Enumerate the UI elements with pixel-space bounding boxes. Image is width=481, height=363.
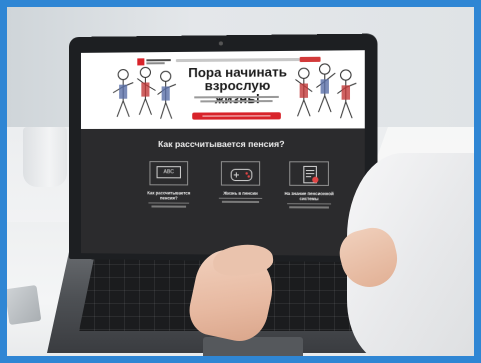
chalkboard-icon: ABC <box>149 161 189 186</box>
card-title: Жизнь в пенсии <box>223 190 258 196</box>
card-text-line <box>221 201 260 203</box>
touchpad <box>203 337 303 356</box>
card-title: На знание пенсионной системы <box>284 190 334 202</box>
laptop-lid: Пора начинать взрослую жизнь! Как рассчи… <box>69 33 378 263</box>
gamepad-icon <box>220 161 261 186</box>
info-card-life[interactable]: Жизнь в пенсии <box>215 161 267 203</box>
card-text-line <box>289 206 329 209</box>
people-illustration-right <box>291 61 360 130</box>
chalkboard-text: ABC <box>156 166 181 179</box>
photo: Пора начинать взрослую жизнь! Как рассчи… <box>7 7 474 356</box>
hero-cta-button[interactable] <box>192 112 281 120</box>
card-text-line <box>218 197 263 200</box>
card-title: Как рассчитывается пенсия? <box>147 190 191 201</box>
card-text-line <box>151 205 187 208</box>
section-title: Как рассчитывается пенсия? <box>158 138 285 150</box>
people-illustration-left <box>111 64 182 130</box>
info-card-knowledge[interactable]: На знание пенсионной системы <box>283 161 335 209</box>
info-card-pension-calc[interactable]: ABC Как рассчитывается пенсия? <box>143 161 194 208</box>
mug <box>23 127 67 187</box>
info-section: Как рассчитывается пенсия? ABC Как рассч… <box>80 128 365 257</box>
phone <box>7 284 42 326</box>
card-text-line <box>287 203 332 205</box>
card-text-line <box>148 202 190 204</box>
site-hero: Пора начинать взрослую жизнь! <box>80 50 365 130</box>
header-tagline <box>175 57 300 63</box>
document-icon <box>289 161 329 186</box>
hero-subtitle-line <box>194 95 279 99</box>
hero-subtitle-line <box>200 100 273 103</box>
laptop-screen: Пора начинать взрослую жизнь! Как рассчи… <box>80 50 365 257</box>
webcam <box>218 41 223 46</box>
